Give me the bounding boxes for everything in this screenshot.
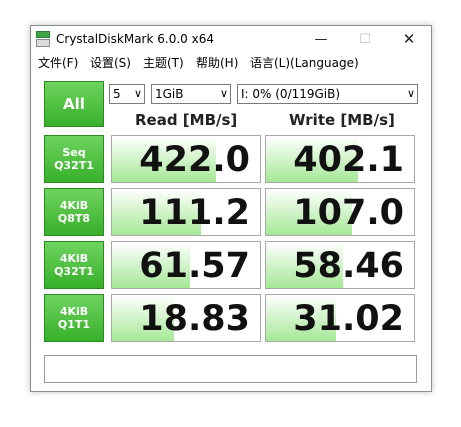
close-button[interactable]: ✕ xyxy=(389,26,429,53)
read-result-value: 18.83 xyxy=(139,299,250,339)
test-4kib-q8t8-button[interactable]: 4KiB Q8T8 xyxy=(44,188,104,236)
read-result-value: 61.57 xyxy=(139,246,250,286)
test-4kib-q32t1-button[interactable]: 4KiB Q32T1 xyxy=(44,241,104,289)
disk-app-icon xyxy=(35,31,51,48)
minimize-button[interactable]: — xyxy=(301,26,341,53)
row-label-line1: 4KiB xyxy=(59,199,89,212)
read-result-value: 111.2 xyxy=(139,193,250,233)
test-count-value: 5 xyxy=(113,87,121,101)
menu-file[interactable]: 文件(F) xyxy=(38,54,78,71)
chevron-down-icon: ∨ xyxy=(219,87,228,100)
test-count-select[interactable]: 5 ∨ xyxy=(109,84,145,104)
status-bar xyxy=(44,355,417,383)
test-size-value: 1GiB xyxy=(155,87,184,101)
row-label-line1: 4KiB xyxy=(59,305,89,318)
read-header: Read [MB/s] xyxy=(135,111,238,129)
test-4kib-q1t1-button[interactable]: 4KiB Q1T1 xyxy=(44,294,104,342)
menu-settings[interactable]: 设置(S) xyxy=(90,54,131,71)
write-result-cell: 107.0 xyxy=(265,188,415,236)
write-result-value: 402.1 xyxy=(293,140,404,180)
write-result-cell: 402.1 xyxy=(265,135,415,183)
title-bar[interactable]: CrystalDiskMark 6.0.0 x64 — ☐ ✕ xyxy=(31,26,431,53)
test-size-select[interactable]: 1GiB ∨ xyxy=(151,84,231,104)
write-result-value: 31.02 xyxy=(293,299,404,339)
row-label-line1: 4KiB xyxy=(59,252,89,265)
menu-theme[interactable]: 主题(T) xyxy=(143,54,184,71)
menu-bar: 文件(F) 设置(S) 主题(T) 帮助(H) 语言(L)(Language) xyxy=(31,53,431,73)
window-title: CrystalDiskMark 6.0.0 x64 xyxy=(56,32,214,46)
read-result-value: 422.0 xyxy=(139,140,250,180)
write-result-value: 58.46 xyxy=(293,246,404,286)
row-label-line1: Seq xyxy=(62,146,86,159)
drive-value: I: 0% (0/119GiB) xyxy=(241,87,341,101)
read-result-cell: 61.57 xyxy=(111,241,261,289)
menu-help[interactable]: 帮助(H) xyxy=(196,54,238,71)
write-header: Write [MB/s] xyxy=(289,111,395,129)
drive-select[interactable]: I: 0% (0/119GiB) ∨ xyxy=(237,84,418,104)
app-window: CrystalDiskMark 6.0.0 x64 — ☐ ✕ 文件(F) 设置… xyxy=(30,25,432,392)
write-result-cell: 58.46 xyxy=(265,241,415,289)
menu-language[interactable]: 语言(L)(Language) xyxy=(250,54,359,71)
write-result-value: 107.0 xyxy=(293,193,404,233)
read-result-cell: 18.83 xyxy=(111,294,261,342)
write-result-cell: 31.02 xyxy=(265,294,415,342)
maximize-button[interactable]: ☐ xyxy=(345,26,385,53)
row-label-line2: Q32T1 xyxy=(54,265,94,278)
row-label-line2: Q8T8 xyxy=(57,212,91,225)
chevron-down-icon: ∨ xyxy=(133,87,142,100)
chevron-down-icon: ∨ xyxy=(406,87,415,100)
read-result-cell: 422.0 xyxy=(111,135,261,183)
run-all-button[interactable]: All xyxy=(44,81,104,127)
read-result-cell: 111.2 xyxy=(111,188,261,236)
test-seq-q32t1-button[interactable]: Seq Q32T1 xyxy=(44,135,104,183)
row-label-line2: Q32T1 xyxy=(54,159,94,172)
row-label-line2: Q1T1 xyxy=(57,318,91,331)
